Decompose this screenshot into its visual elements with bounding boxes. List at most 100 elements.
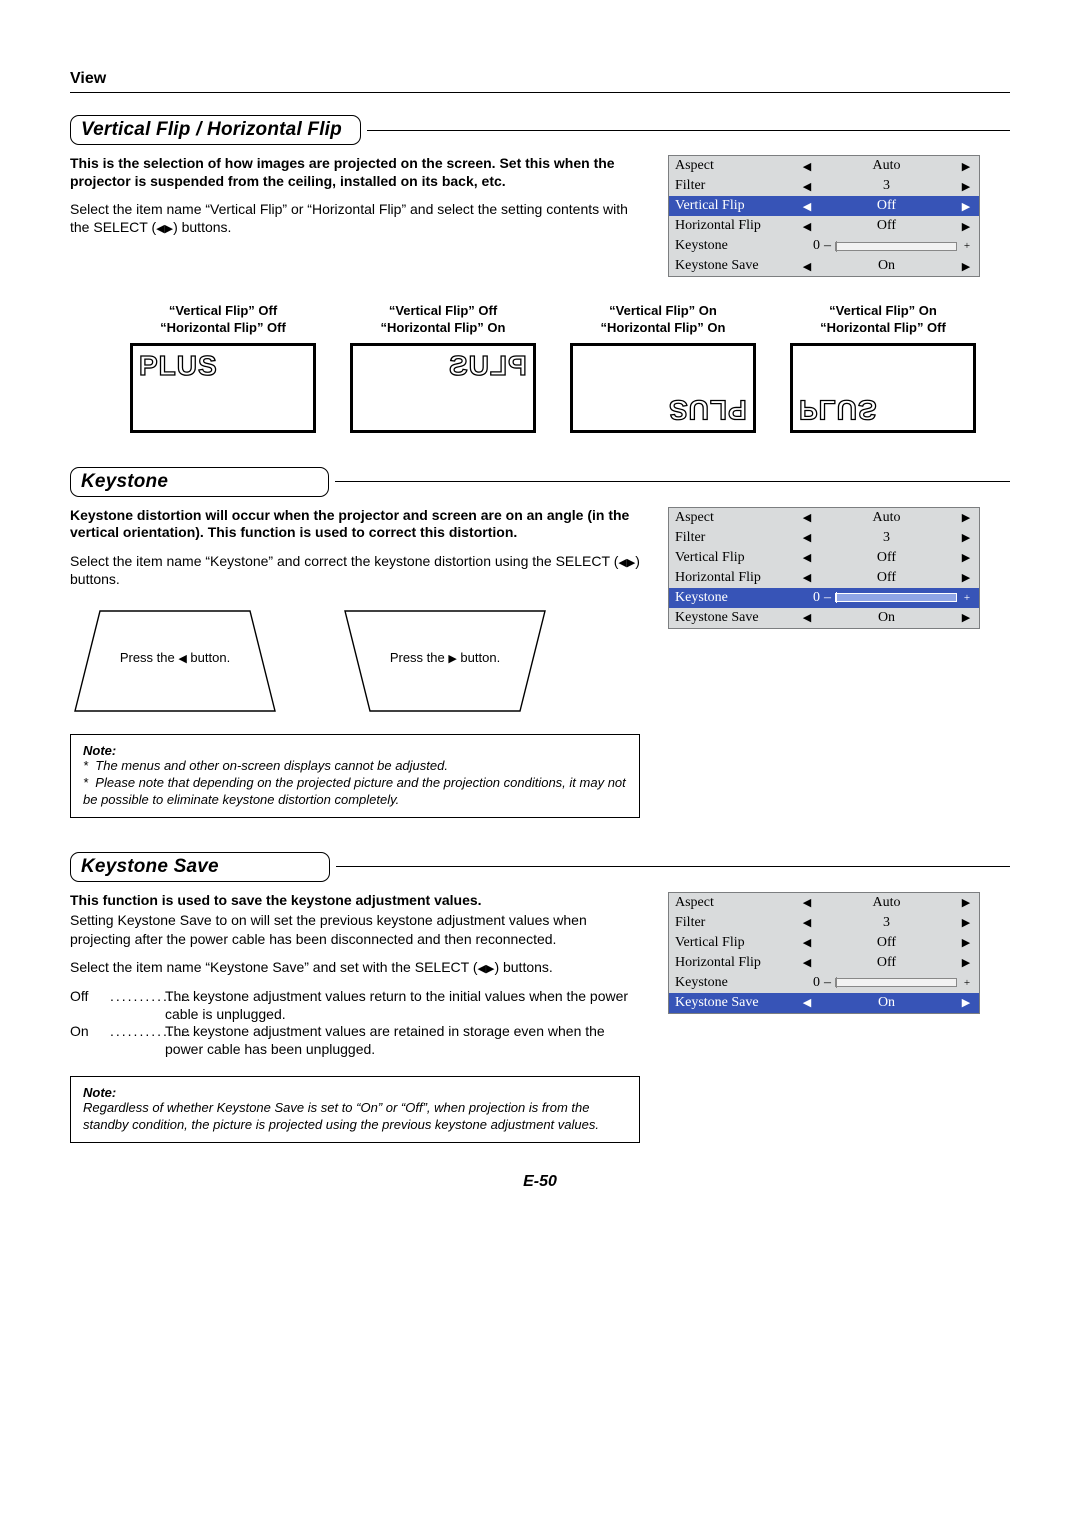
- menu-filter-label: Filter: [675, 530, 800, 546]
- left-arrow-icon[interactable]: ◀: [800, 571, 814, 584]
- text: Press the: [120, 650, 179, 665]
- right-arrow-icon[interactable]: ▶: [959, 551, 973, 564]
- menu-filter-value: 3: [814, 530, 959, 546]
- left-arrow-icon[interactable]: ◀: [800, 896, 814, 909]
- star-icon: *: [83, 758, 88, 773]
- rule: [335, 481, 1010, 482]
- rule: [336, 866, 1010, 867]
- menu-filter-label: Filter: [675, 915, 800, 931]
- right-arrow-icon[interactable]: ▶: [959, 531, 973, 544]
- menu-aspect-value: Auto: [814, 158, 959, 174]
- right-arrow-icon[interactable]: ▶: [959, 936, 973, 949]
- plus-icon: +: [961, 240, 973, 252]
- def-off-body: The keystone adjustment values return to…: [165, 988, 640, 1023]
- menu-aspect-value: Auto: [814, 510, 959, 526]
- text: Select the item name “Keystone” and corr…: [70, 553, 618, 569]
- def-on-term: On: [70, 1023, 110, 1041]
- menu-filter-label: Filter: [675, 178, 800, 194]
- page-number: E-50: [70, 1173, 1010, 1191]
- keystone-slider[interactable]: [835, 593, 957, 602]
- plus-icon: +: [961, 977, 973, 989]
- menu-ksave-value: On: [814, 995, 959, 1011]
- ksave-intro-bold: This function is used to save the keysto…: [70, 892, 640, 910]
- left-arrow-icon: ◀: [618, 556, 626, 570]
- trap-left: Press the ◀ button.: [70, 606, 280, 716]
- left-arrow-icon[interactable]: ◀: [800, 200, 814, 213]
- page-header: View: [70, 70, 1010, 93]
- text: ) buttons.: [494, 959, 552, 975]
- section-flip-header: Vertical Flip / Horizontal Flip: [70, 115, 1010, 145]
- right-arrow-icon[interactable]: ▶: [959, 220, 973, 233]
- right-arrow-icon: ▶: [165, 222, 173, 236]
- menu-hflip-label: Horizontal Flip: [675, 570, 800, 586]
- note-title: Note:: [83, 743, 627, 758]
- text: button.: [187, 650, 230, 665]
- right-arrow-icon[interactable]: ▶: [959, 611, 973, 624]
- menu-keystone-num: 0: [800, 590, 824, 606]
- right-arrow-icon[interactable]: ▶: [959, 916, 973, 929]
- keystone-slider[interactable]: [835, 242, 957, 251]
- left-arrow-icon[interactable]: ◀: [800, 916, 814, 929]
- left-arrow-icon[interactable]: ◀: [800, 531, 814, 544]
- right-arrow-icon[interactable]: ▶: [959, 200, 973, 213]
- menu-keystone-label: Keystone: [675, 975, 800, 991]
- right-arrow-icon[interactable]: ▶: [959, 571, 973, 584]
- left-arrow-icon[interactable]: ◀: [800, 511, 814, 524]
- left-arrow-icon[interactable]: ◀: [800, 936, 814, 949]
- menu-ksave-label: Keystone Save: [675, 610, 800, 626]
- keystone-slider[interactable]: [835, 978, 957, 987]
- right-arrow-icon: ▶: [448, 652, 456, 665]
- menu-aspect-label: Aspect: [675, 895, 800, 911]
- menu-keystone-num: 0: [800, 975, 824, 991]
- minus-icon: –: [824, 238, 831, 254]
- left-arrow-icon[interactable]: ◀: [800, 611, 814, 624]
- flip-caption-a1: “Vertical Flip” Off: [130, 303, 316, 320]
- right-arrow-icon[interactable]: ▶: [959, 511, 973, 524]
- left-arrow-icon: ◀: [478, 962, 486, 976]
- right-arrow-icon[interactable]: ▶: [959, 160, 973, 173]
- left-arrow-icon[interactable]: ◀: [800, 180, 814, 193]
- flip-caption-a2: “Horizontal Flip” Off: [130, 320, 316, 337]
- right-arrow-icon[interactable]: ▶: [959, 260, 973, 273]
- menu-keystone-label: Keystone: [675, 238, 800, 254]
- left-arrow-icon[interactable]: ◀: [800, 551, 814, 564]
- menu-vflip-label: Vertical Flip: [675, 550, 800, 566]
- note-text: Regardless of whether Keystone Save is s…: [83, 1100, 627, 1134]
- text: Select the item name “Vertical Flip” or …: [70, 201, 628, 235]
- right-arrow-icon[interactable]: ▶: [959, 996, 973, 1009]
- flip-caption-d1: “Vertical Flip” On: [790, 303, 976, 320]
- flip-box-b: PLUS: [350, 343, 536, 433]
- star-icon: *: [83, 775, 88, 790]
- osd-menu-keystone: Aspect◀Auto▶ Filter◀3▶ Vertical Flip◀Off…: [668, 507, 980, 629]
- section-ksave-header: Keystone Save: [70, 852, 1010, 882]
- left-arrow-icon: ◀: [178, 652, 186, 665]
- left-arrow-icon[interactable]: ◀: [800, 260, 814, 273]
- menu-ksave-label: Keystone Save: [675, 258, 800, 274]
- keystone-intro-bold: Keystone distortion will occur when the …: [70, 507, 640, 542]
- menu-ksave-value: On: [814, 610, 959, 626]
- text: Select the item name “Keystone Save” and…: [70, 959, 478, 975]
- text: Press the: [390, 650, 449, 665]
- section-keystone-title: Keystone: [70, 467, 329, 497]
- menu-hflip-label: Horizontal Flip: [675, 955, 800, 971]
- def-off-term: Off: [70, 988, 110, 1006]
- note-text: The menus and other on-screen displays c…: [95, 758, 448, 773]
- menu-aspect-label: Aspect: [675, 510, 800, 526]
- flip-intro-bold: This is the selection of how images are …: [70, 155, 640, 190]
- ksave-definitions: Off..............The keystone adjustment…: [70, 988, 640, 1058]
- left-arrow-icon[interactable]: ◀: [800, 220, 814, 233]
- osd-menu-flip: Aspect◀Auto▶ Filter◀3▶ Vertical Flip◀Off…: [668, 155, 980, 277]
- left-arrow-icon[interactable]: ◀: [800, 996, 814, 1009]
- left-arrow-icon[interactable]: ◀: [800, 956, 814, 969]
- menu-hflip-value: Off: [814, 218, 959, 234]
- section-ksave-title: Keystone Save: [70, 852, 330, 882]
- trap-right: Press the ▶ button.: [340, 606, 550, 716]
- note-text: Please note that depending on the projec…: [83, 775, 626, 807]
- text: button.: [457, 650, 500, 665]
- left-arrow-icon[interactable]: ◀: [800, 160, 814, 173]
- right-arrow-icon[interactable]: ▶: [959, 896, 973, 909]
- right-arrow-icon[interactable]: ▶: [959, 956, 973, 969]
- right-arrow-icon[interactable]: ▶: [959, 180, 973, 193]
- menu-vflip-label: Vertical Flip: [675, 935, 800, 951]
- flip-box-d: PLUS: [790, 343, 976, 433]
